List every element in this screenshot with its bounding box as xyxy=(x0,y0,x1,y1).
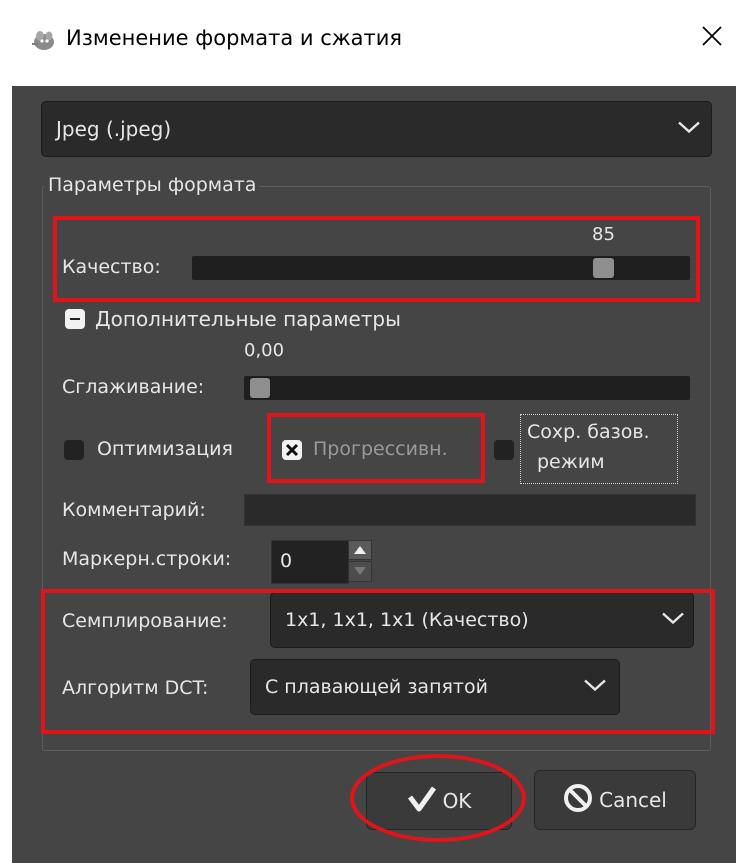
save-baseline-label-box: Сохр. базов. режим xyxy=(520,414,678,484)
save-baseline-label-line1: Сохр. базов. xyxy=(527,421,650,443)
chevron-down-icon xyxy=(583,678,607,697)
subsampling-select-value: 1x1, 1x1, 1x1 (Качество) xyxy=(285,609,529,631)
restart-markers-spin-up[interactable] xyxy=(348,540,372,560)
restart-markers-input[interactable]: 0 xyxy=(271,540,349,584)
ok-button-label: OK xyxy=(442,789,472,813)
dct-label: Алгоритм DCT: xyxy=(62,677,209,699)
quality-value: 85 xyxy=(592,224,615,245)
window-title: Изменение формата и сжатия xyxy=(66,26,403,50)
arrow-up-icon xyxy=(349,541,371,563)
title-bar: Изменение формата и сжатия xyxy=(0,0,745,88)
save-baseline-label-line2: режим xyxy=(537,451,605,473)
chevron-down-icon xyxy=(677,120,701,139)
comment-input[interactable] xyxy=(244,494,696,526)
smoothing-slider-handle[interactable] xyxy=(250,378,270,398)
subsampling-select[interactable]: 1x1, 1x1, 1x1 (Качество) xyxy=(270,592,694,648)
cancel-button[interactable]: Cancel xyxy=(534,770,696,830)
dialog-window: Изменение формата и сжатия Jpeg (.jpeg) … xyxy=(0,0,745,863)
cancel-icon xyxy=(563,783,593,818)
chevron-down-icon xyxy=(661,611,685,630)
optimize-checkbox[interactable] xyxy=(64,440,84,460)
comment-label: Комментарий: xyxy=(62,499,206,521)
progressive-label: Прогрессивн. xyxy=(313,438,448,460)
format-params-title: Параметры формата xyxy=(45,174,260,196)
smoothing-label: Сглаживание: xyxy=(62,376,205,398)
restart-markers-value: 0 xyxy=(280,550,293,572)
dct-select-value: С плавающей запятой xyxy=(265,676,488,698)
cancel-button-label: Cancel xyxy=(599,788,667,812)
quality-slider-handle[interactable] xyxy=(593,258,614,278)
smoothing-value: 0,00 xyxy=(244,340,285,361)
check-icon xyxy=(407,785,437,818)
collapse-icon xyxy=(65,309,85,329)
dct-select[interactable]: С плавающей запятой xyxy=(250,659,620,715)
close-icon xyxy=(701,25,723,51)
progressive-checkbox[interactable] xyxy=(282,440,302,460)
quality-label: Качество: xyxy=(62,256,161,278)
optimize-label: Оптимизация xyxy=(97,438,233,460)
ok-button[interactable]: OK xyxy=(366,772,512,830)
subsampling-label: Семплирование: xyxy=(62,610,228,632)
smoothing-slider[interactable] xyxy=(244,376,690,400)
x-mark-icon xyxy=(285,443,299,457)
quality-slider[interactable] xyxy=(192,256,690,280)
advanced-params-toggle[interactable]: Дополнительные параметры xyxy=(65,307,465,335)
format-select-value: Jpeg (.jpeg) xyxy=(56,117,172,141)
arrow-down-icon xyxy=(349,562,371,584)
restart-markers-label: Маркерн.строки: xyxy=(62,548,232,570)
save-baseline-checkbox[interactable] xyxy=(494,440,514,460)
restart-markers-spin-down[interactable] xyxy=(348,561,372,582)
close-button[interactable] xyxy=(690,16,734,60)
format-select[interactable]: Jpeg (.jpeg) xyxy=(41,101,712,157)
advanced-params-label: Дополнительные параметры xyxy=(95,307,401,331)
gimp-icon xyxy=(30,28,56,52)
